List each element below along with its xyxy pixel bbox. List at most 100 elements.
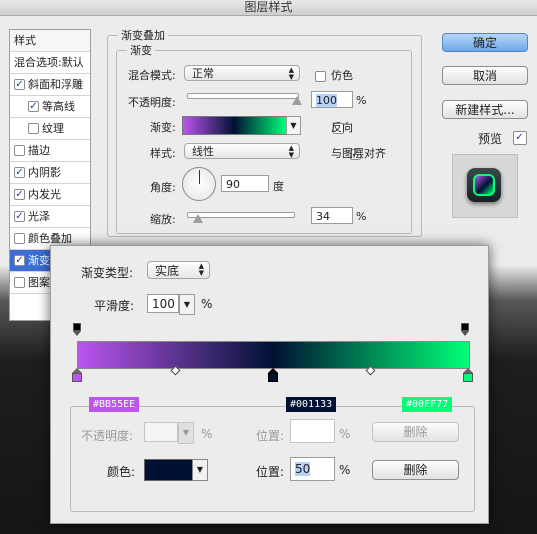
opacity-stop-right[interactable] [461,323,469,336]
stop-opacity-unit: % [201,427,213,441]
gradient-type-select[interactable]: 实底 ▲ ▼ [147,261,210,279]
sidebar-item-label: 光泽 [28,210,50,223]
sidebar-item-satin[interactable]: ✓ 光泽 [10,206,90,228]
opacity-unit: % [356,94,367,107]
preview-checkbox[interactable]: ✓ [512,131,527,145]
stop-opacity-location-label: 位置: [256,429,285,443]
smoothness-unit: % [201,297,213,311]
gradient-overlay-title: 渐变叠加 [118,27,168,43]
opacity-slider[interactable] [187,93,299,99]
sidebar-item-label: 颜色叠加 [28,232,72,245]
style-value: 线性 [192,145,214,158]
gradient-overlay-checkbox[interactable]: ✓ [14,254,25,266]
stop-opacity-label: 不透明度: [81,429,134,443]
sidebar-item-label: 纹理 [42,122,64,135]
styles-list-header[interactable]: 样式 [10,30,90,52]
gradient-preview-bar[interactable] [77,341,470,369]
color-stop-right[interactable] [463,368,473,382]
gradient-picker-chevron-down-icon[interactable]: ▼ [286,116,301,135]
color-stop-swatch [267,373,278,382]
gradient-type-label: 渐变类型: [81,266,134,280]
sidebar-item-inner-shadow[interactable]: ✓ 内阴影 [10,162,90,184]
opacity-input[interactable]: 100 [311,91,353,108]
inner-shadow-checkbox[interactable]: ✓ [14,166,25,178]
smoothness-label: 平滑度: [94,299,135,313]
stop-opacity-location-unit: % [339,427,351,441]
stop-location-value: 50 [295,462,311,476]
sidebar-item-label: 内发光 [28,188,61,201]
color-stop-swatch [72,373,82,382]
opacity-stop-swatch [461,323,469,331]
stop-pointer-icon [461,331,469,336]
blend-mode-value: 正常 [192,67,214,80]
sidebar-item-label: 图案 [28,276,50,289]
stop-location-input[interactable]: 50 [290,457,335,481]
ok-button[interactable]: 确定 [442,33,528,52]
select-arrows-icon: ▲ ▼ [288,144,294,159]
dither-checkbox[interactable] [315,70,326,82]
stop-location-label: 位置: [256,465,285,479]
opacity-value: 100 [316,94,337,107]
stop-color-chevron-down-icon[interactable]: ▼ [192,459,208,481]
inner-glow-checkbox[interactable]: ✓ [14,188,25,200]
sidebar-item-contour[interactable]: ✓ 等高线 [10,96,90,118]
sidebar-item-bevel-emboss[interactable]: ✓ 斜面和浮雕 [10,74,90,96]
sidebar-item-texture[interactable]: 纹理 [10,118,90,140]
texture-checkbox[interactable] [28,122,39,134]
style-select[interactable]: 线性 ▲ ▼ [184,143,300,159]
select-arrows-icon: ▲ ▼ [198,262,204,277]
align-with-layer-label: 与图层对齐 [331,147,386,160]
blend-options-item[interactable]: 混合选项:默认 [10,52,90,74]
stop-color-label: 颜色: [107,465,136,479]
smoothness-chevron-down-icon[interactable]: ▼ [179,294,195,315]
color-tag-right: #00FF77 [402,397,453,412]
opacity-label: 不透明度: [128,96,176,109]
delete-opacity-stop-button[interactable]: 删除 [372,422,459,442]
stop-location-unit: % [339,463,351,477]
pattern-checkbox[interactable] [14,276,25,288]
gradient-label: 渐变: [150,121,176,134]
blend-mode-label: 混合模式: [128,69,176,82]
sidebar-item-label: 斜面和浮雕 [28,78,83,91]
smoothness-input[interactable]: 100 [147,294,179,313]
color-tag-left: #BB55EE [89,397,140,412]
gradient-type-value: 实底 [155,264,180,278]
stroke-checkbox[interactable] [14,144,25,156]
sidebar-item-inner-glow[interactable]: ✓ 内发光 [10,184,90,206]
angle-input[interactable]: 90 [221,175,269,192]
gradient-editor-dialog: 渐变类型: 实底 ▲ ▼ 平滑度: 100 ▼ % #BB55EE #001133… [50,245,489,524]
sidebar-item-stroke[interactable]: 描边 [10,140,90,162]
color-tag-mid: #001133 [286,397,337,412]
contour-checkbox[interactable]: ✓ [28,100,39,112]
sidebar-item-label: 渐变 [28,254,50,267]
preview-layer-image [467,168,501,202]
style-label: 样式: [150,147,176,160]
new-style-button[interactable]: 新建样式... [442,100,528,119]
window-title: 图层样式 [0,0,537,16]
stop-opacity-input[interactable] [144,422,178,442]
stop-opacity-location-input[interactable] [290,419,335,443]
angle-unit: 度 [273,180,284,193]
sidebar-item-label: 描边 [28,144,50,157]
satin-checkbox[interactable]: ✓ [14,210,25,222]
scale-input[interactable]: 34 [311,207,353,224]
opacity-slider-thumb[interactable] [292,96,302,105]
reverse-label: 反向 [331,121,353,134]
opacity-stop-left[interactable] [73,323,81,336]
delete-color-stop-button[interactable]: 删除 [372,460,459,480]
blend-mode-select[interactable]: 正常 ▲ ▼ [184,65,300,81]
color-stop-mid[interactable] [267,368,278,382]
color-stop-left[interactable] [72,368,82,382]
angle-label: 角度: [150,181,176,194]
gradient-subgroup-title: 渐变 [127,42,155,58]
scale-label: 缩放: [150,213,176,226]
bevel-emboss-checkbox[interactable]: ✓ [14,78,25,90]
angle-dial[interactable] [182,167,216,201]
scale-slider[interactable] [187,212,295,218]
gradient-swatch[interactable] [182,116,287,135]
color-overlay-checkbox[interactable] [14,232,25,244]
cancel-button[interactable]: 取消 [442,66,528,85]
scale-slider-thumb[interactable] [193,214,203,223]
opacity-stop-swatch [73,323,81,331]
stop-opacity-chevron-down-icon[interactable]: ▼ [178,422,194,444]
